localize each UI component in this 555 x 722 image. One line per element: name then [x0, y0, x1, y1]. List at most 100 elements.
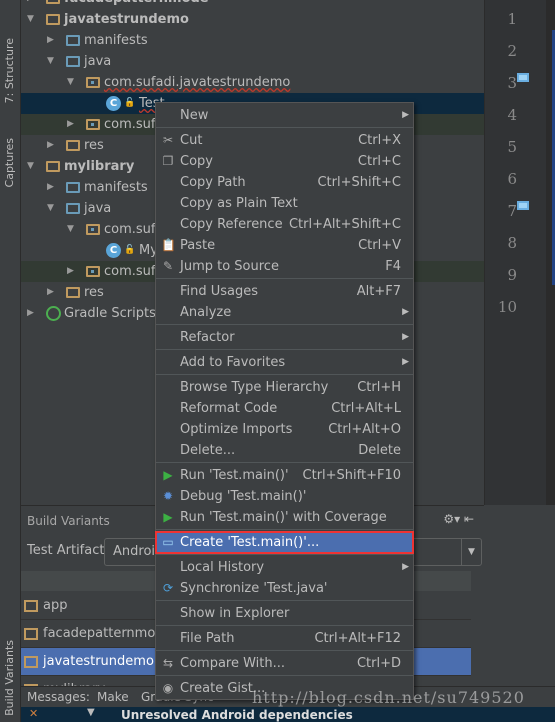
tree-item-label: res	[84, 138, 104, 153]
tab-make[interactable]: Make	[97, 687, 129, 708]
close-icon[interactable]: ✕	[29, 707, 38, 720]
collapsed-arrow-icon[interactable]: ▶	[47, 177, 54, 198]
unlock-icon: 🔓	[124, 98, 136, 108]
menu-item-compare-with[interactable]: ⇆ Compare With... Ctrl+D	[156, 653, 413, 674]
menu-item-delete[interactable]: Delete... Delete	[156, 440, 413, 461]
menu-item-label: Run 'Test.main()'	[180, 468, 289, 483]
tree-item[interactable]: ▶ manifests	[21, 30, 484, 51]
menu-item-jump-to-source[interactable]: ✎ Jump to Source F4	[156, 256, 413, 277]
captures-tab[interactable]: Captures	[3, 138, 16, 187]
collapsed-arrow-icon[interactable]: ▶	[67, 114, 74, 135]
collapsed-arrow-icon[interactable]: ▶	[47, 30, 54, 51]
run-gutter-icon[interactable]	[517, 73, 529, 82]
menu-item-synchronize-test-java[interactable]: ⟳ Synchronize 'Test.java'	[156, 578, 413, 599]
menu-item-shortcut: Ctrl+Shift+F10	[302, 468, 401, 483]
tree-item-label: manifests	[84, 180, 148, 195]
collapsed-arrow-icon[interactable]: ▶	[27, 0, 34, 9]
menu-item-label: File Path	[180, 631, 235, 646]
test-artifact-label: Test Artifact:	[27, 543, 109, 558]
menu-item-show-in-explorer[interactable]: Show in Explorer	[156, 603, 413, 624]
gear-icon[interactable]: ⚙▾ ⇤	[443, 512, 474, 526]
menu-item-label: New	[180, 108, 209, 123]
expanded-arrow-icon[interactable]: ▼	[27, 9, 34, 30]
build-variants-tab[interactable]: Build Variants	[3, 640, 16, 716]
copy-icon: ❐	[162, 154, 174, 168]
line-number: 6	[507, 170, 517, 188]
tree-item-label: java	[84, 201, 112, 216]
menu-item-analyze[interactable]: Analyze ▶	[156, 302, 413, 323]
structure-tab[interactable]: 7: Structure	[3, 38, 16, 103]
expanded-arrow-icon[interactable]: ▼	[67, 219, 74, 240]
line-number: 7	[507, 202, 517, 220]
run-gutter-icon[interactable]	[517, 201, 529, 210]
expand-icon: ▼	[87, 707, 95, 718]
expanded-arrow-icon[interactable]: ▼	[27, 156, 34, 177]
menu-item-label: Analyze	[180, 305, 232, 320]
tree-item-label: java	[84, 54, 112, 69]
menu-item-run-test-main-with-coverage[interactable]: ▶ Run 'Test.main()' with Coverage	[156, 507, 413, 528]
menu-item-debug-test-main[interactable]: ✹ Debug 'Test.main()'	[156, 486, 413, 507]
menu-item-local-history[interactable]: Local History ▶	[156, 557, 413, 578]
menu-item-copy-reference[interactable]: Copy Reference Ctrl+Alt+Shift+C	[156, 214, 413, 235]
menu-item-copy-as-plain-text[interactable]: Copy as Plain Text	[156, 193, 413, 214]
collapsed-arrow-icon[interactable]: ▶	[47, 135, 54, 156]
expanded-arrow-icon[interactable]: ▼	[67, 72, 74, 93]
menu-item-shortcut: Ctrl+Alt+L	[331, 401, 401, 416]
tree-item[interactable]: ▼ javatestrundemo	[21, 9, 484, 30]
folder-icon	[66, 56, 80, 67]
menu-item-reformat-code[interactable]: Reformat Code Ctrl+Alt+L	[156, 398, 413, 419]
tree-item-label: res	[84, 285, 104, 300]
menu-item-cut[interactable]: ✂ Cut Ctrl+X	[156, 130, 413, 151]
menu-item-optimize-imports[interactable]: Optimize Imports Ctrl+Alt+O	[156, 419, 413, 440]
menu-item-copy-path[interactable]: Copy Path Ctrl+Shift+C	[156, 172, 413, 193]
tree-item[interactable]: ▼ com.sufadi.javatestrundemo	[21, 72, 484, 93]
collapsed-arrow-icon[interactable]: ▶	[27, 303, 34, 324]
menu-item-shortcut: Ctrl+V	[358, 238, 401, 253]
menu-item-run-test-main[interactable]: ▶ Run 'Test.main()' Ctrl+Shift+F10	[156, 465, 413, 486]
run-config-icon: ▭	[162, 535, 174, 549]
tree-item-label: facadepatternmode	[64, 0, 209, 9]
collapsed-arrow-icon[interactable]: ▶	[47, 282, 54, 303]
menu-item-label: Optimize Imports	[180, 422, 293, 437]
module-name: app	[43, 598, 68, 613]
message-row[interactable]: ✕ ▼ Unresolved Android dependencies	[21, 707, 555, 722]
module-icon	[24, 600, 38, 612]
menu-item-paste[interactable]: 📋 Paste Ctrl+V	[156, 235, 413, 256]
menu-item-add-to-favorites[interactable]: Add to Favorites ▶	[156, 352, 413, 373]
menu-item-label: Copy	[180, 154, 213, 169]
tree-item[interactable]: ▼ java	[21, 51, 484, 72]
menu-item-label: Delete...	[180, 443, 236, 458]
menu-item-refactor[interactable]: Refactor ▶	[156, 327, 413, 348]
run-icon: ▶	[163, 468, 173, 482]
menu-item-label: Copy Path	[180, 175, 246, 190]
expanded-arrow-icon[interactable]: ▼	[47, 51, 54, 72]
tree-item-label: Gradle Scripts	[64, 306, 156, 321]
class-icon: C	[106, 243, 121, 258]
submenu-arrow-icon: ▶	[402, 307, 409, 317]
tree-item[interactable]: ▶ facadepatternmode	[21, 0, 484, 9]
menu-item-label: Add to Favorites	[180, 355, 286, 370]
menu-item-label: Browse Type Hierarchy	[180, 380, 329, 395]
menu-item-shortcut: Alt+F7	[356, 284, 401, 299]
module-name: javatestrundemo	[43, 654, 154, 669]
menu-item-copy[interactable]: ❐ Copy Ctrl+C	[156, 151, 413, 172]
menu-item-browse-type-hierarchy[interactable]: Browse Type Hierarchy Ctrl+H	[156, 377, 413, 398]
edit-icon: ✎	[162, 259, 174, 273]
menu-item-create-test-main[interactable]: ▭ Create 'Test.main()'...	[155, 531, 414, 554]
menu-item-file-path[interactable]: File Path Ctrl+Alt+F12	[156, 628, 413, 649]
unresolved-dependencies-message: Unresolved Android dependencies	[121, 708, 353, 722]
res-folder-icon	[66, 287, 80, 298]
menu-item-new[interactable]: New ▶	[156, 105, 413, 126]
menu-item-shortcut: Ctrl+H	[357, 380, 401, 395]
collapsed-arrow-icon[interactable]: ▶	[67, 261, 74, 282]
menu-item-shortcut: Ctrl+D	[356, 656, 401, 671]
chevron-down-icon[interactable]: ▼	[461, 539, 481, 565]
compare-icon: ⇆	[162, 656, 174, 670]
menu-item-shortcut: Ctrl+C	[357, 154, 401, 169]
menu-item-shortcut: Ctrl+X	[358, 133, 401, 148]
paste-icon: 📋	[161, 238, 176, 252]
menu-item-label: Debug 'Test.main()'	[180, 489, 307, 504]
menu-item-find-usages[interactable]: Find Usages Alt+F7	[156, 281, 413, 302]
package-icon	[86, 224, 100, 235]
expanded-arrow-icon[interactable]: ▼	[47, 198, 54, 219]
